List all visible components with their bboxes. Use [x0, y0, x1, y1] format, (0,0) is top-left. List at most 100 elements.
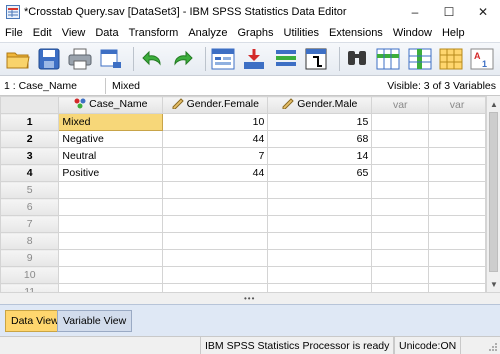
row-number[interactable]: 2 — [0, 130, 60, 148]
cell-empty[interactable] — [371, 232, 430, 250]
cell-empty[interactable] — [267, 283, 373, 292]
column-header-case-name[interactable]: Case_Name — [58, 96, 164, 114]
save-icon[interactable] — [35, 45, 62, 73]
column-header-gender-female[interactable]: Gender.Female — [162, 96, 269, 114]
goto-case-icon[interactable] — [210, 45, 237, 73]
menu-analyze[interactable]: Analyze — [183, 24, 232, 42]
cell-empty[interactable] — [162, 283, 269, 292]
menu-graphs[interactable]: Graphs — [232, 24, 278, 42]
cell-empty[interactable] — [162, 232, 269, 250]
cell-gender-female[interactable]: 44 — [162, 164, 269, 182]
cell-empty[interactable] — [58, 266, 164, 284]
tab-variable-view[interactable]: Variable View — [57, 310, 133, 332]
minimize-button[interactable]: – — [398, 0, 432, 24]
open-folder-icon[interactable] — [4, 45, 31, 73]
cell-empty[interactable] — [58, 232, 164, 250]
print-icon[interactable] — [67, 45, 94, 73]
cell-empty[interactable] — [428, 113, 486, 131]
menu-utilities[interactable]: Utilities — [279, 24, 324, 42]
cell-empty[interactable] — [428, 164, 486, 182]
column-header-var[interactable]: var — [428, 96, 486, 114]
undo-icon[interactable] — [138, 45, 165, 73]
cell-empty[interactable] — [162, 181, 269, 199]
row-number[interactable]: 10 — [0, 266, 60, 284]
cell-gender-female[interactable]: 7 — [162, 147, 269, 165]
row-number[interactable]: 7 — [0, 215, 60, 233]
row-number[interactable]: 9 — [0, 249, 60, 267]
row-number[interactable]: 1 — [0, 113, 60, 131]
cell-gender-male[interactable]: 68 — [267, 130, 373, 148]
redo-icon[interactable] — [169, 45, 196, 73]
menu-data[interactable]: Data — [90, 24, 123, 42]
cell-case-name[interactable]: Positive — [58, 164, 164, 182]
resize-grip-icon[interactable] — [488, 342, 498, 352]
cell-empty[interactable] — [58, 215, 164, 233]
scroll-up-icon[interactable]: ▲ — [487, 97, 500, 111]
cell-case-name[interactable]: Neutral — [58, 147, 164, 165]
row-number[interactable]: 4 — [0, 164, 60, 182]
cell-empty[interactable] — [428, 147, 486, 165]
cell-empty[interactable] — [267, 266, 373, 284]
row-number[interactable]: 6 — [0, 198, 60, 216]
column-header-gender-male[interactable]: Gender.Male — [267, 96, 373, 114]
scroll-down-icon[interactable]: ▼ — [487, 277, 500, 291]
cell-case-name[interactable]: Mixed — [58, 113, 164, 131]
splitter-grip-icon[interactable]: ••• — [244, 295, 255, 303]
cell-empty[interactable] — [58, 181, 164, 199]
cell-empty[interactable] — [428, 181, 486, 199]
cell-empty[interactable] — [371, 249, 430, 267]
insert-variable-icon[interactable] — [406, 45, 433, 73]
vertical-scrollbar[interactable]: ▲ ▼ — [486, 96, 500, 292]
goto-variable-icon[interactable] — [241, 45, 268, 73]
cell-gender-male[interactable]: 14 — [267, 147, 373, 165]
horizontal-scrollbar[interactable]: ••• — [0, 292, 500, 304]
variables-icon[interactable] — [272, 45, 299, 73]
menu-window[interactable]: Window — [388, 24, 437, 42]
cell-gender-female[interactable]: 44 — [162, 130, 269, 148]
row-number[interactable]: 3 — [0, 147, 60, 165]
cell-empty[interactable] — [371, 181, 430, 199]
cell-empty[interactable] — [267, 198, 373, 216]
cell-empty[interactable] — [371, 147, 430, 165]
cell-empty[interactable] — [162, 249, 269, 267]
cell-empty[interactable] — [371, 215, 430, 233]
row-number[interactable]: 5 — [0, 181, 60, 199]
cell-empty[interactable] — [267, 232, 373, 250]
maximize-button[interactable]: ☐ — [432, 0, 466, 24]
cell-empty[interactable] — [267, 249, 373, 267]
cell-empty[interactable] — [58, 283, 164, 292]
cell-empty[interactable] — [371, 130, 430, 148]
cell-empty[interactable] — [428, 215, 486, 233]
cell-empty[interactable] — [428, 198, 486, 216]
cell-empty[interactable] — [371, 283, 430, 292]
cell-empty[interactable] — [428, 130, 486, 148]
cell-gender-male[interactable]: 15 — [267, 113, 373, 131]
vertical-scroll-thumb[interactable] — [489, 112, 498, 272]
cell-empty[interactable] — [428, 283, 486, 292]
cell-empty[interactable] — [58, 198, 164, 216]
run-descriptives-icon[interactable] — [303, 45, 330, 73]
row-number[interactable]: 11 — [0, 283, 60, 292]
menu-view[interactable]: View — [57, 24, 91, 42]
value-labels-icon[interactable]: A1 — [469, 45, 496, 73]
dialog-recall-icon[interactable] — [98, 45, 125, 73]
cell-empty[interactable] — [371, 164, 430, 182]
cell-value-input[interactable]: Mixed — [112, 78, 382, 94]
cell-empty[interactable] — [267, 215, 373, 233]
cell-empty[interactable] — [428, 266, 486, 284]
cell-empty[interactable] — [162, 215, 269, 233]
menu-transform[interactable]: Transform — [124, 24, 184, 42]
split-file-icon[interactable] — [437, 45, 464, 73]
cell-empty[interactable] — [267, 181, 373, 199]
cell-case-name[interactable]: Negative — [58, 130, 164, 148]
cell-empty[interactable] — [428, 232, 486, 250]
insert-cases-icon[interactable] — [375, 45, 402, 73]
cell-empty[interactable] — [371, 198, 430, 216]
cell-empty[interactable] — [162, 266, 269, 284]
cell-empty[interactable] — [428, 249, 486, 267]
cell-empty[interactable] — [371, 113, 430, 131]
menu-edit[interactable]: Edit — [28, 24, 57, 42]
column-header-var[interactable]: var — [371, 96, 430, 114]
menu-extensions[interactable]: Extensions — [324, 24, 388, 42]
cell-gender-male[interactable]: 65 — [267, 164, 373, 182]
